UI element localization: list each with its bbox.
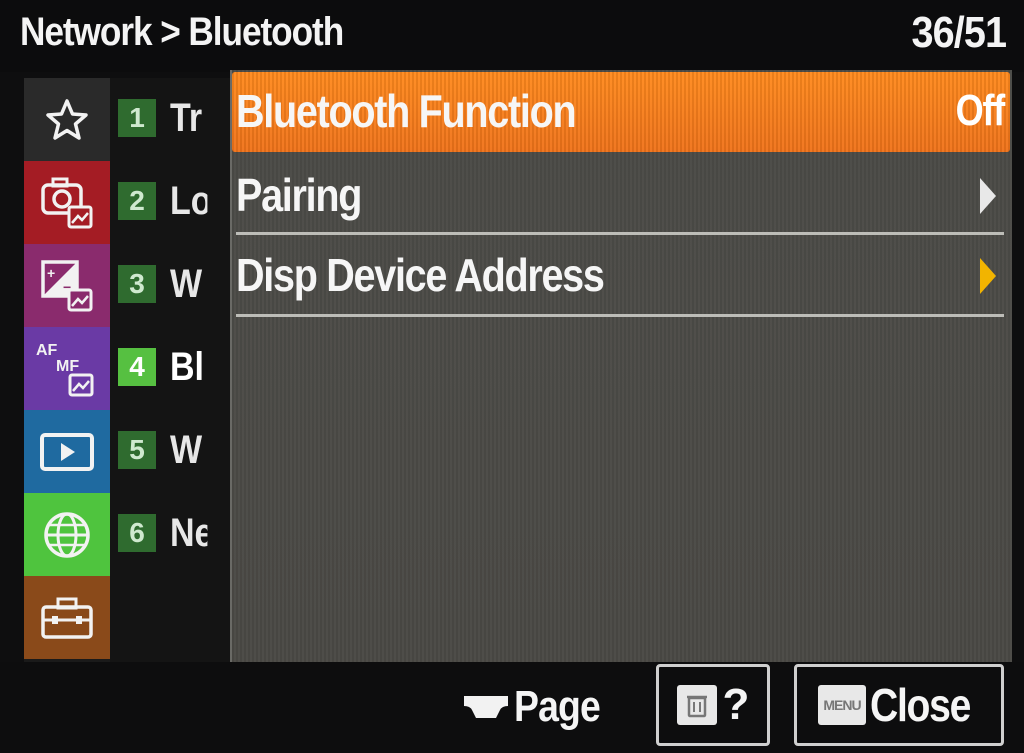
category-setup[interactable] — [24, 576, 110, 659]
page-number-badge-active: 4 — [118, 348, 156, 386]
page-label: Bl — [170, 344, 204, 389]
page-number-badge: 3 — [118, 265, 156, 303]
exposure-icon: + − — [41, 259, 93, 311]
toolbox-icon — [41, 597, 93, 639]
category-playback[interactable] — [24, 410, 110, 493]
page-item-5[interactable]: 5 W — [118, 420, 228, 480]
category-shooting[interactable] — [24, 161, 110, 244]
header-bar: Network > Bluetooth 36/51 — [0, 0, 1024, 72]
menu-item-bluetooth-function[interactable]: Bluetooth Function Off — [232, 72, 1010, 152]
help-button[interactable]: ? — [656, 664, 770, 746]
page-label: Ne — [170, 510, 207, 555]
svg-text:AF: AF — [36, 342, 58, 359]
category-exposure-color[interactable]: + − — [24, 244, 110, 327]
divider — [236, 232, 1004, 235]
close-label: Close — [870, 679, 971, 731]
svg-text:MF: MF — [56, 358, 79, 375]
page-item-6[interactable]: 6 Ne — [118, 503, 228, 563]
trash-key — [676, 685, 717, 725]
menu-item-value: Off — [955, 86, 1006, 135]
divider — [236, 314, 1004, 317]
camera-icon — [41, 177, 93, 228]
menu-item-pairing[interactable]: Pairing — [232, 156, 1010, 236]
menu-item-label: Disp Device Address — [236, 249, 605, 301]
control-wheel-icon — [464, 696, 508, 718]
af-mf-icon: AF MF — [36, 342, 94, 396]
globe-icon — [44, 511, 90, 558]
category-rail: + − AF MF — [24, 78, 110, 662]
svg-text:+: + — [47, 265, 55, 281]
page-label: W — [170, 261, 203, 306]
page-label: Tr — [170, 95, 203, 140]
menu-item-label: Bluetooth Function — [236, 85, 577, 137]
breadcrumb: Network > Bluetooth — [20, 10, 344, 54]
page-number-badge: 1 — [118, 99, 156, 137]
page-hint-label: Page — [514, 682, 601, 731]
category-network[interactable] — [24, 493, 110, 576]
help-label: ? — [722, 680, 750, 729]
chevron-right-icon — [980, 258, 996, 294]
playback-icon — [40, 432, 94, 471]
page-counter: 36/51 — [911, 8, 1006, 57]
page-hint: Page — [462, 682, 615, 732]
trash-icon — [686, 695, 707, 718]
page-item-1[interactable]: 1 Tr — [118, 88, 228, 148]
menu-panel: Bluetooth Function Off Pairing Disp Devi… — [230, 70, 1012, 662]
page-label: W — [170, 427, 203, 472]
close-button[interactable]: MENU Close — [794, 664, 1004, 746]
page-number-badge: 6 — [118, 514, 156, 552]
page-number-badge: 5 — [118, 431, 156, 469]
menu-key-icon: MENU — [818, 685, 866, 725]
category-my-menu[interactable] — [24, 78, 110, 161]
page-item-4[interactable]: 4 Bl — [118, 337, 228, 397]
page-number-badge: 2 — [118, 182, 156, 220]
page-label: Lo — [170, 178, 208, 223]
menu-item-label: Pairing — [236, 169, 362, 221]
page-list: 1 Tr 2 Lo 3 W 4 Bl 5 W 6 Ne — [110, 78, 230, 662]
star-icon — [46, 98, 88, 140]
category-focus[interactable]: AF MF — [24, 327, 110, 410]
footer-bar: Page ? MENU Close — [0, 662, 1024, 753]
chevron-right-icon — [980, 178, 996, 214]
page-item-2[interactable]: 2 Lo — [118, 171, 228, 231]
page-item-3[interactable]: 3 W — [118, 254, 228, 314]
menu-item-disp-device-address[interactable]: Disp Device Address — [232, 236, 1010, 316]
